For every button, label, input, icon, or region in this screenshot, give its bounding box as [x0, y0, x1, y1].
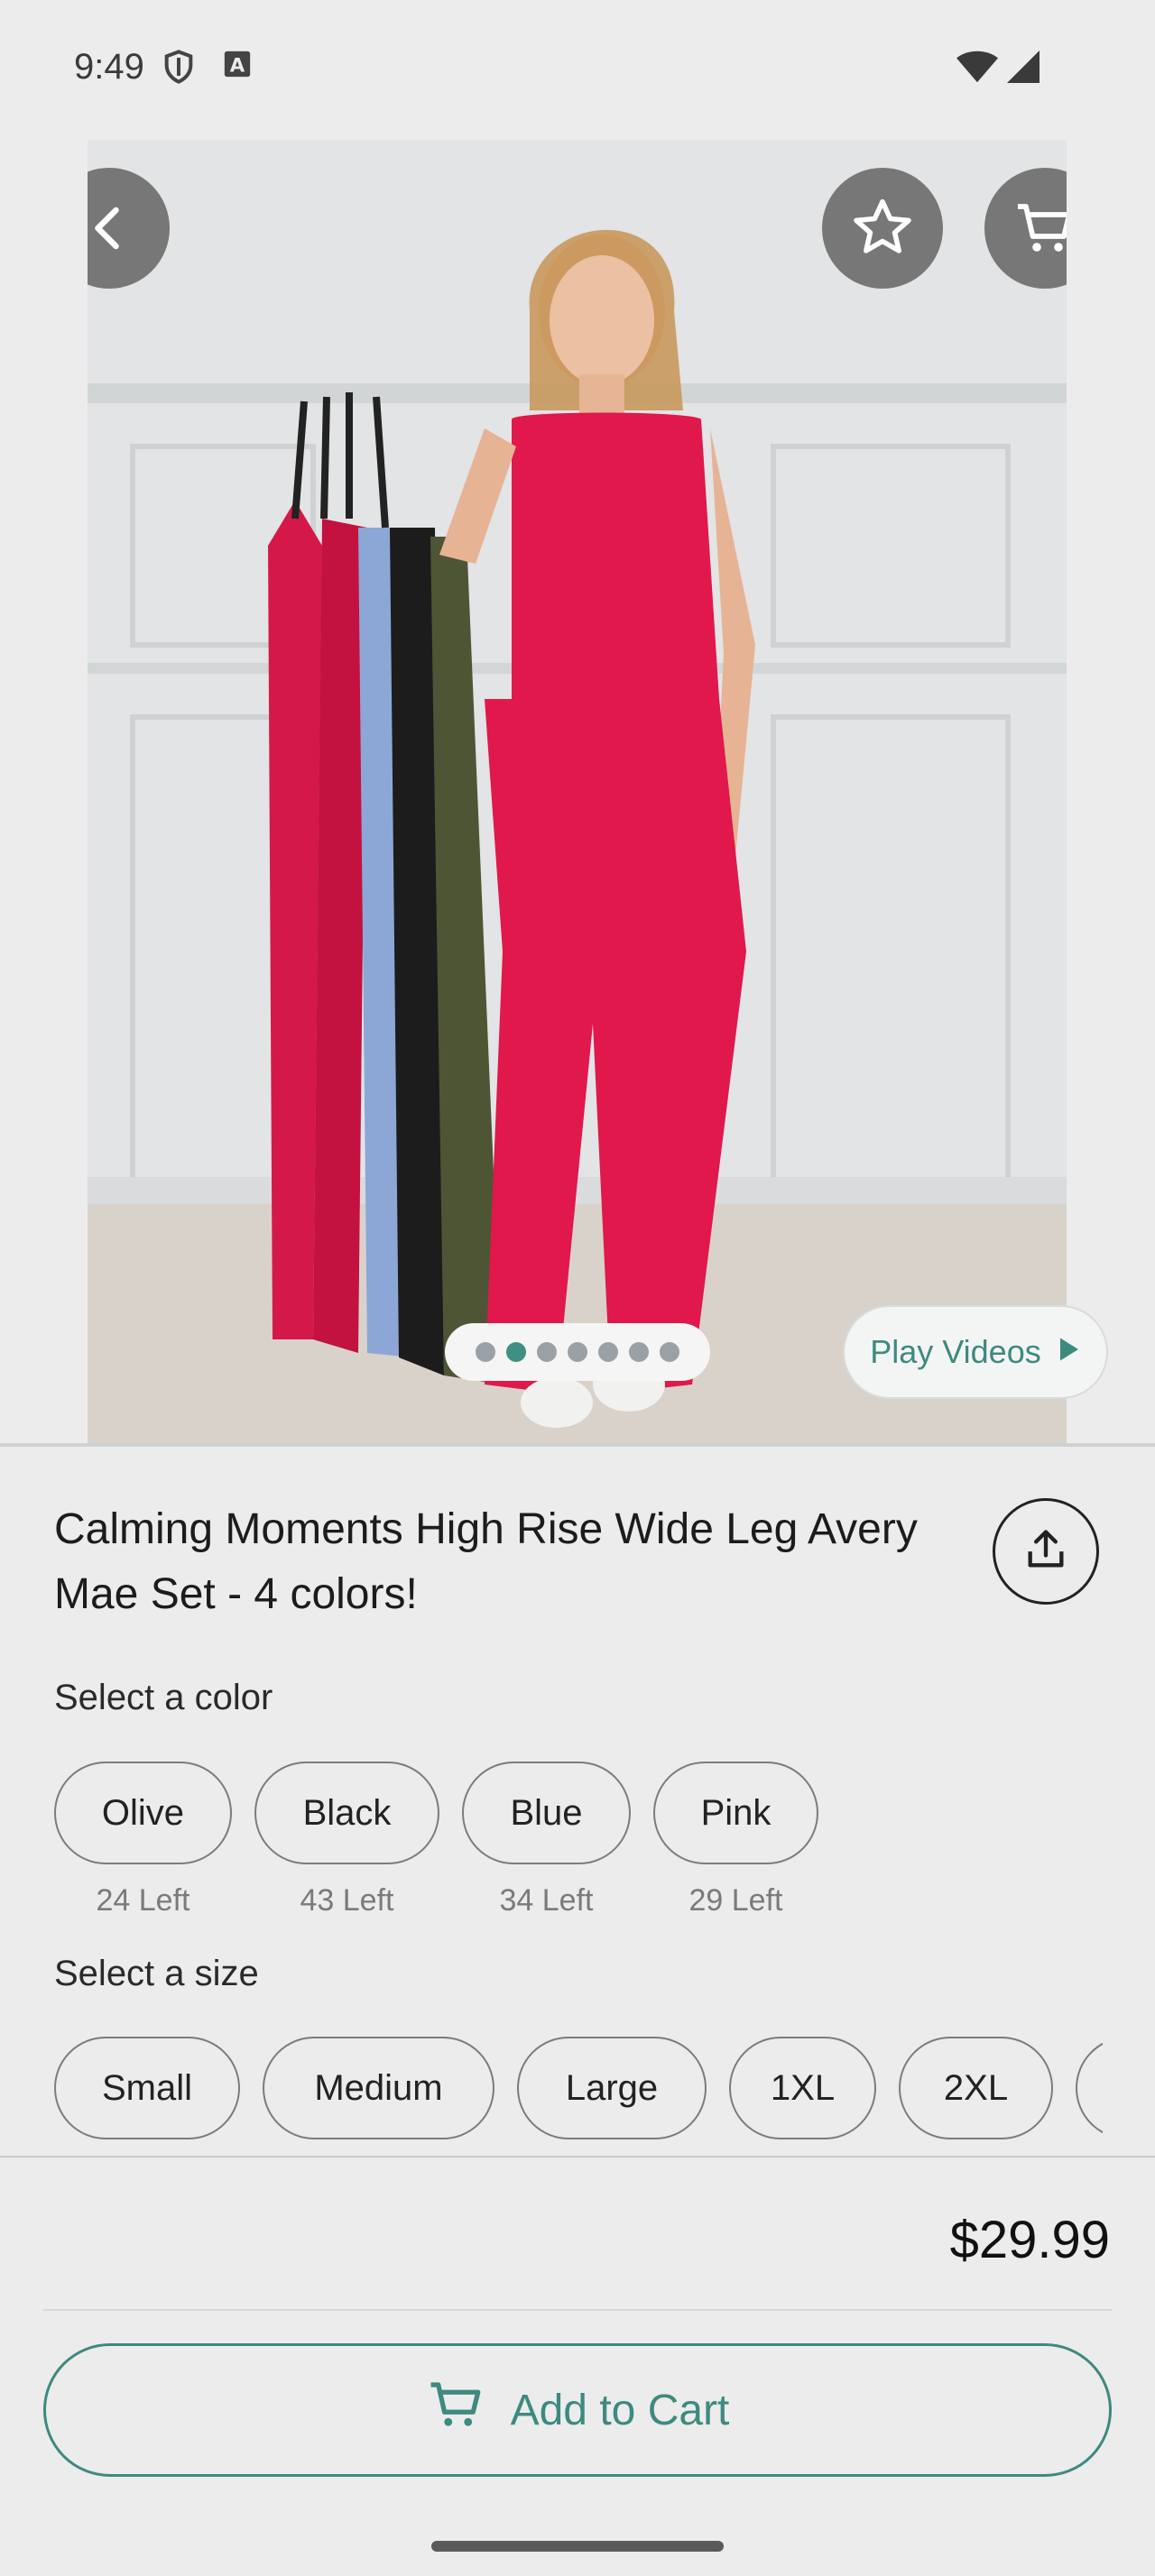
play-icon: [1058, 1333, 1081, 1371]
cart-icon: [426, 2375, 485, 2445]
product-price: $29.99: [949, 2211, 1110, 2269]
size-option-label: 1XL: [770, 2067, 836, 2108]
pager-dot[interactable]: [598, 1342, 618, 1362]
size-option-label: Large: [565, 2067, 659, 2108]
pager-dot[interactable]: [476, 1342, 495, 1362]
home-indicator[interactable]: [431, 2541, 724, 2552]
size-option-medium[interactable]: Medium: [263, 2037, 494, 2139]
stock-count: 29 Left: [688, 1883, 783, 1918]
color-option-label: Blue: [510, 1792, 583, 1833]
bottom-divider: [0, 2156, 1155, 2157]
product-image[interactable]: [88, 140, 1067, 1443]
size-option-small[interactable]: Small: [54, 2037, 240, 2139]
pager-dot[interactable]: [629, 1342, 649, 1362]
share-icon: [1022, 1526, 1069, 1578]
color-option-pink[interactable]: Pink: [653, 1762, 818, 1864]
share-button[interactable]: [993, 1498, 1099, 1605]
image-divider: [0, 1443, 1155, 1447]
stock-count: 43 Left: [300, 1883, 394, 1918]
size-option-2xl[interactable]: 2XL: [899, 2037, 1053, 2139]
size-option-large[interactable]: Large: [517, 2037, 707, 2139]
pager-dot[interactable]: [660, 1342, 679, 1362]
back-icon: [88, 201, 136, 255]
size-option-label: Small: [101, 2067, 193, 2108]
pager-dot[interactable]: [537, 1342, 557, 1362]
status-time: 9:49: [74, 47, 144, 87]
svg-text:A: A: [230, 55, 245, 78]
color-option-label: Black: [302, 1792, 392, 1833]
size-section-label: Select a size: [54, 1954, 259, 1993]
image-pager[interactable]: [445, 1323, 710, 1381]
color-option-black[interactable]: Black: [254, 1762, 439, 1864]
favorite-button[interactable]: [822, 168, 943, 289]
add-to-cart-button[interactable]: Add to Cart: [43, 2343, 1112, 2477]
pager-dot-active[interactable]: [506, 1342, 526, 1362]
color-option-label: Pink: [700, 1792, 772, 1833]
status-bar: 9:49 A: [0, 0, 1155, 135]
product-title: Calming Moments High Rise Wide Leg Avery…: [54, 1505, 918, 1618]
color-option-label: Olive: [101, 1792, 185, 1833]
size-option-label: 2XL: [943, 2067, 1009, 2108]
price-divider: [43, 2309, 1112, 2311]
play-videos-button[interactable]: Play Videos: [843, 1305, 1108, 1399]
pager-dot[interactable]: [568, 1342, 587, 1362]
size-options: Small Medium Large 1XL 2XL: [0, 2037, 1103, 2141]
color-option-blue[interactable]: Blue: [462, 1762, 631, 1864]
stock-count: 24 Left: [96, 1883, 190, 1918]
add-to-cart-label: Add to Cart: [510, 2386, 730, 2434]
size-option-1xl[interactable]: 1XL: [729, 2037, 876, 2139]
wifi-icon: [956, 51, 998, 87]
play-videos-label: Play Videos: [870, 1333, 1041, 1370]
color-option-olive[interactable]: Olive: [54, 1762, 232, 1864]
stock-count: 34 Left: [499, 1883, 594, 1918]
text-a-icon: A: [222, 49, 253, 84]
color-section-label: Select a color: [54, 1678, 273, 1717]
cellular-signal-icon: [1007, 51, 1040, 87]
cart-icon: [1012, 196, 1067, 261]
size-option-more[interactable]: [1076, 2037, 1103, 2139]
star-icon: [849, 195, 916, 262]
size-option-label: Medium: [314, 2067, 443, 2108]
shield-icon: [161, 49, 197, 89]
